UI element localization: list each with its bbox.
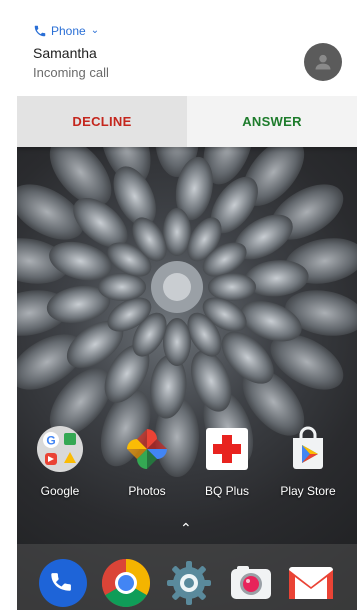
app-bq-plus[interactable]: BQ Plus	[190, 426, 264, 498]
decline-button[interactable]: DECLINE	[17, 96, 187, 147]
person-icon	[315, 54, 331, 70]
gmail-icon[interactable]	[287, 559, 335, 607]
call-status: Incoming call	[33, 65, 109, 80]
app-photos[interactable]: Photos	[110, 426, 184, 498]
home-app-row: G Google Photos BQ Plus Play Store	[17, 426, 357, 510]
chevron-down-icon[interactable]: ⌄	[91, 26, 99, 36]
app-label: Photos	[128, 484, 166, 498]
photos-icon	[127, 429, 167, 469]
screen-bezel	[0, 0, 17, 610]
app-google[interactable]: G Google	[23, 426, 97, 498]
call-actions: DECLINE ANSWER	[17, 96, 357, 147]
answer-button[interactable]: ANSWER	[187, 96, 357, 147]
app-label: BQ Plus	[204, 484, 249, 498]
app-drawer-chevron-icon[interactable]: ⌃	[180, 520, 192, 537]
caller-name: Samantha	[33, 45, 97, 61]
app-label: Google	[40, 484, 80, 498]
wallpaper-flower-art	[17, 147, 357, 477]
phone-icon[interactable]	[39, 559, 87, 607]
notification-header: Phone ⌄	[33, 24, 99, 38]
wallpaper	[17, 147, 357, 610]
favorites-dock	[17, 544, 357, 610]
chrome-icon[interactable]	[102, 559, 150, 607]
notification-app-name: Phone	[51, 24, 86, 38]
incoming-call-notification[interactable]: Phone ⌄ Samantha Incoming call DECLINE A…	[17, 0, 357, 147]
avatar	[304, 43, 342, 81]
svg-text:G: G	[46, 434, 55, 448]
app-label: Play Store	[280, 484, 336, 498]
bq-plus-icon	[206, 428, 248, 470]
settings-icon[interactable]	[165, 559, 213, 607]
play-store-icon	[293, 426, 323, 469]
camera-icon[interactable]	[227, 559, 275, 607]
phone-screen: Phone ⌄ Samantha Incoming call DECLINE A…	[17, 0, 357, 610]
app-play-store[interactable]: Play Store	[271, 426, 345, 498]
phone-small-icon	[34, 25, 46, 37]
google-folder-icon: G	[37, 426, 83, 472]
